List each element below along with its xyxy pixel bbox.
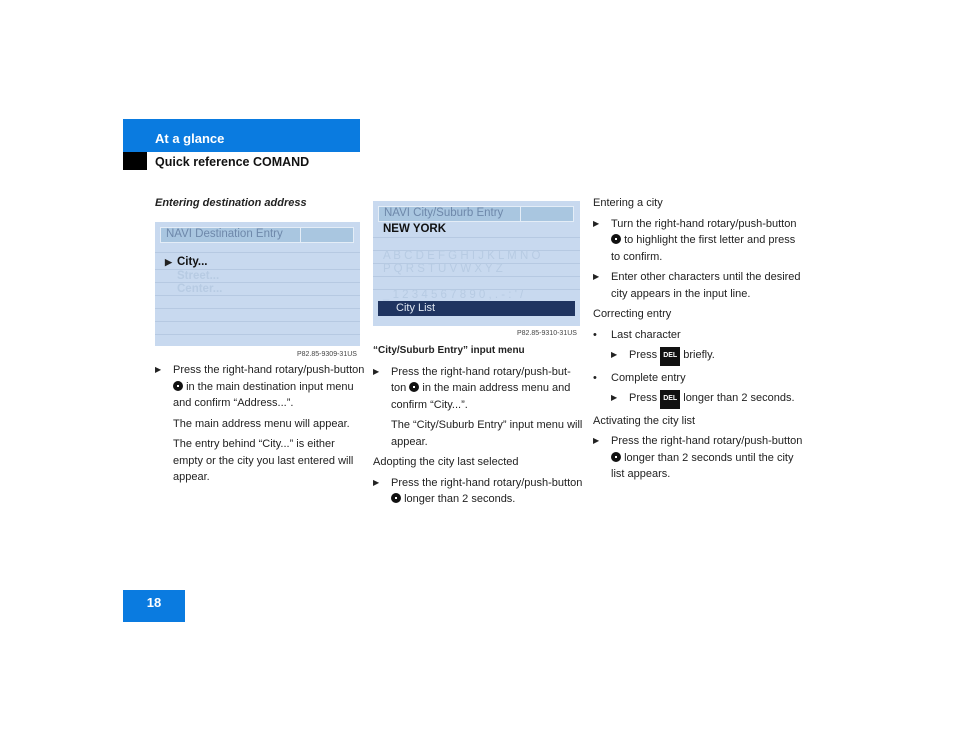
step-text: longer than 2 seconds until the city lis… <box>611 451 794 481</box>
navi-destination-screen: NAVI Destination Entry ▶ City... Street.… <box>155 222 360 346</box>
letter-row-2: P Q R S T U V W X Y Z <box>383 263 503 275</box>
rotary-knob-icon <box>409 382 420 392</box>
manual-page: At a glance Quick reference COMAND Enter… <box>0 0 960 742</box>
city-input-value: NEW YORK <box>383 223 447 235</box>
step-text: Press the right-hand rotary/push-button <box>173 364 365 376</box>
step-instruction: Enter other characters until the desired… <box>593 269 803 302</box>
step-text: Turn the right-hand rotary/push-button <box>611 217 797 230</box>
screen-title: NAVI Destination Entry <box>166 228 283 240</box>
left-column: Entering destination address <box>155 195 365 216</box>
sub-step: Press DEL longer than 2 seconds. <box>593 390 803 409</box>
del-key-icon: DEL <box>660 390 681 409</box>
note: The main address menu will appear. <box>173 417 350 430</box>
sub-step: Press DEL briefly. <box>593 347 803 366</box>
screen-title-bar: NAVI City/Suburb Entry <box>378 206 574 222</box>
section-title: At a glance <box>155 131 225 146</box>
rotary-knob-icon <box>173 380 183 391</box>
step-text: briefly. <box>683 349 715 361</box>
selection-arrow-icon: ▶ <box>165 257 172 267</box>
step-text: Press the right-hand rotary/push-button <box>611 435 803 447</box>
step-instruction: Press the right-hand rotary/push-button … <box>155 362 365 412</box>
right-text: Entering a city Turn the right-hand rota… <box>593 195 803 487</box>
navi-city-entry-screen: NAVI City/Suburb Entry NEW YORK A B C D … <box>373 201 580 326</box>
page-number: 18 <box>123 590 185 622</box>
screen-title: NAVI City/Suburb Entry <box>384 207 504 219</box>
city-list-button: City List <box>378 301 575 316</box>
subheading: Adopting the city last selected <box>373 456 519 468</box>
step-text: in the main destination input menu and c… <box>173 380 354 410</box>
subheading: Correcting entry <box>593 308 672 320</box>
letter-row-1: A B C D E F G H I J K L M N O <box>383 250 541 262</box>
del-key-icon: DEL <box>660 347 681 366</box>
menu-item-city: City... <box>177 256 208 268</box>
figure-title: “City/Suburb Entry” input menu <box>373 345 525 356</box>
left-text: Press the right-hand rotary/push-button … <box>155 362 365 490</box>
bullet-item: Complete entry <box>593 370 803 387</box>
note: The entry behind “City...” is either emp… <box>173 438 354 483</box>
menu-item-center: Center... <box>177 283 223 295</box>
step-text: Press the right-hand rotary/push-button <box>391 476 583 489</box>
note: The “City/Suburb Entry” input menu will … <box>391 419 583 448</box>
subsection-title: Quick reference COMAND <box>155 155 310 169</box>
section-header: At a glance <box>123 119 360 152</box>
step-text: to highlight the first letter and press … <box>611 234 796 263</box>
bullet-item: Last character <box>593 327 803 344</box>
step-text: Press <box>629 392 658 404</box>
step-instruction: Press the right-hand rotary/push-button … <box>373 475 583 508</box>
screen-title-bar: NAVI Destination Entry <box>160 227 354 243</box>
rotary-knob-icon <box>611 234 621 244</box>
rotary-knob-icon <box>391 493 401 503</box>
figure-caption: P82.85-9309-31US <box>297 351 357 358</box>
step-instruction: Press the right-hand rotary/push-but-ton… <box>373 364 583 414</box>
number-row: _ 1 2 3 4 5 6 7 8 9 0 , . - : ' / <box>383 289 524 301</box>
header-marker <box>123 152 147 170</box>
subheading: Entering a city <box>593 197 663 209</box>
figure-caption: P82.85-9310-31US <box>517 330 577 337</box>
step-instruction: Press the right-hand rotary/push-button … <box>593 433 803 483</box>
menu-item-street: Street... <box>177 270 220 282</box>
step-text: Press <box>629 349 658 361</box>
middle-text: “City/Suburb Entry” input menu Press the… <box>373 343 583 512</box>
heading-entering-destination: Entering destination address <box>155 197 307 209</box>
step-text: longer than 2 seconds. <box>683 392 795 404</box>
rotary-knob-icon <box>611 451 621 462</box>
subheading: Activating the city list <box>593 414 696 427</box>
step-instruction: Turn the right-hand rotary/push-button t… <box>593 216 803 266</box>
step-text: longer than 2 seconds. <box>404 493 516 505</box>
